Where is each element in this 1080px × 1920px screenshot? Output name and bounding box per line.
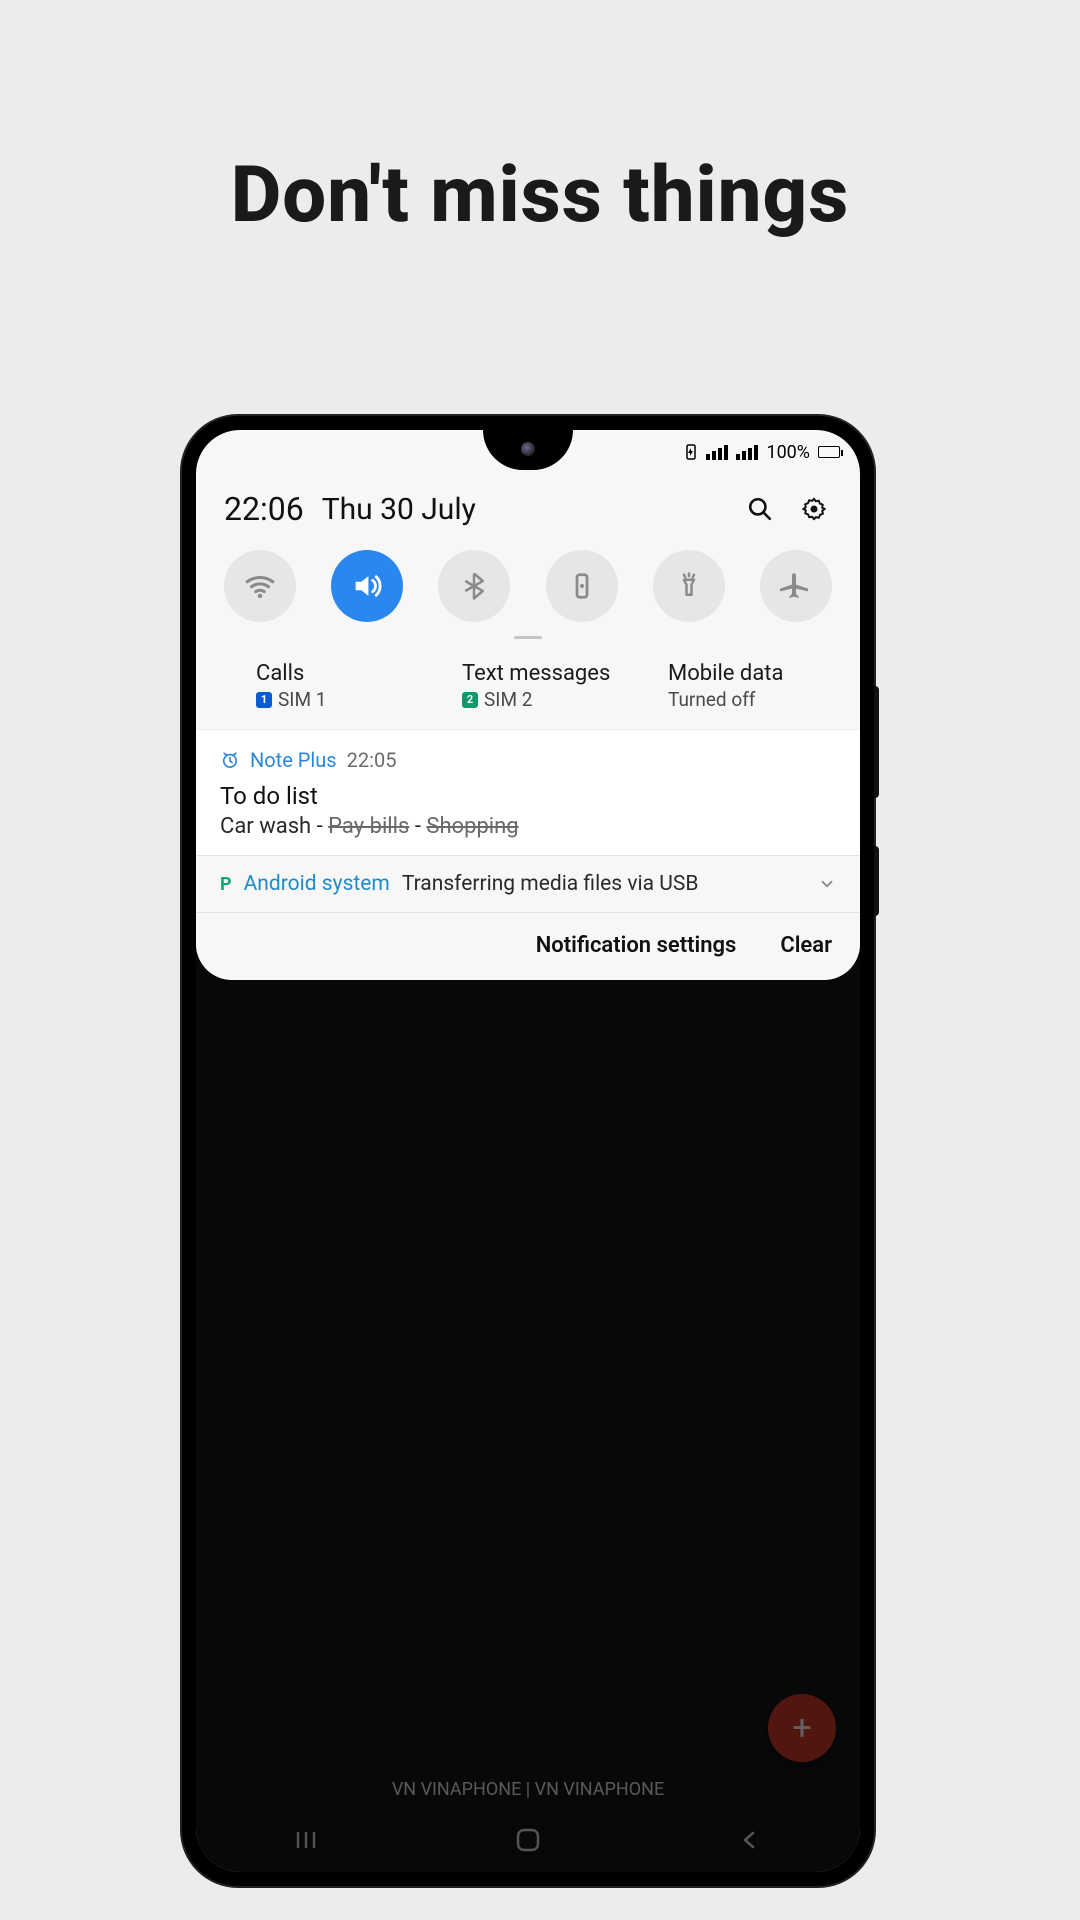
sim-texts-label: Text messages <box>462 661 626 686</box>
qs-wifi-toggle[interactable] <box>224 550 296 622</box>
notification-time: 22:05 <box>347 748 397 772</box>
sim-data[interactable]: Mobile data Turned off <box>636 661 832 711</box>
battery-icon <box>818 446 840 458</box>
notification-settings-button[interactable]: Notification settings <box>536 933 737 958</box>
system-notification[interactable]: P Android system Transferring media file… <box>196 855 860 912</box>
sim1-badge-icon: 1 <box>256 692 272 708</box>
wifi-icon <box>243 569 277 603</box>
alarm-clock-icon <box>220 750 240 770</box>
signal-icon <box>706 445 728 460</box>
sim-calls-value: SIM 1 <box>278 688 326 711</box>
add-note-fab[interactable]: + <box>768 1694 836 1762</box>
system-notif-text: Transferring media files via USB <box>402 872 699 896</box>
sound-icon <box>350 569 384 603</box>
panel-drag-handle[interactable] <box>514 636 542 639</box>
signal-icon <box>736 445 758 460</box>
recents-icon[interactable] <box>294 1828 318 1852</box>
clear-button[interactable]: Clear <box>780 933 832 958</box>
sim2-badge-icon: 2 <box>462 692 478 708</box>
qs-bluetooth-toggle[interactable] <box>438 550 510 622</box>
page-headline: Don't miss things <box>0 150 1080 241</box>
chevron-down-icon[interactable] <box>818 875 836 893</box>
notification-body: Car wash - Pay bills - Shopping <box>196 810 860 855</box>
battery-percent: 100% <box>766 442 810 463</box>
flashlight-icon <box>674 571 704 601</box>
android-p-icon: P <box>220 874 232 895</box>
rotation-icon <box>567 571 597 601</box>
qs-rotation-toggle[interactable] <box>546 550 618 622</box>
sim-calls-label: Calls <box>256 661 420 686</box>
qs-airplane-toggle[interactable] <box>760 550 832 622</box>
airplane-icon <box>780 570 812 602</box>
notification-title: To do list <box>196 778 860 810</box>
back-icon[interactable] <box>738 1828 762 1852</box>
qs-flashlight-toggle[interactable] <box>653 550 725 622</box>
bluetooth-icon <box>459 571 489 601</box>
sim-texts-value: SIM 2 <box>484 688 532 711</box>
sim-calls[interactable]: Calls 1 SIM 1 <box>224 661 420 711</box>
sim-data-value: Turned off <box>668 688 755 711</box>
notification-app-name: Note Plus <box>250 748 337 772</box>
gear-icon[interactable] <box>796 491 832 527</box>
panel-time: 22:06 <box>224 490 304 528</box>
android-navbar[interactable] <box>196 1808 860 1872</box>
phone-frame: My love <3 <3 <37:45 pm MOD Pizza07/30/2… <box>182 416 874 1886</box>
sim-texts[interactable]: Text messages 2 SIM 2 <box>430 661 626 711</box>
notification-card[interactable]: Note Plus 22:05 To do list Car wash - Pa… <box>196 729 860 855</box>
system-notif-app: Android system <box>244 872 390 896</box>
search-icon[interactable] <box>742 491 778 527</box>
notification-panel[interactable]: 22:06 Thu 30 July Calls 1 SIM 1 <box>196 430 860 980</box>
battery-saver-icon <box>684 443 698 461</box>
carrier-label: VN VINAPHONE | VN VINAPHONE <box>196 1779 860 1800</box>
panel-date: Thu 30 July <box>322 492 476 527</box>
qs-sound-toggle[interactable] <box>331 550 403 622</box>
phone-screen: My love <3 <3 <37:45 pm MOD Pizza07/30/2… <box>196 430 860 1872</box>
home-icon[interactable] <box>515 1827 541 1853</box>
sim-data-label: Mobile data <box>668 661 832 686</box>
